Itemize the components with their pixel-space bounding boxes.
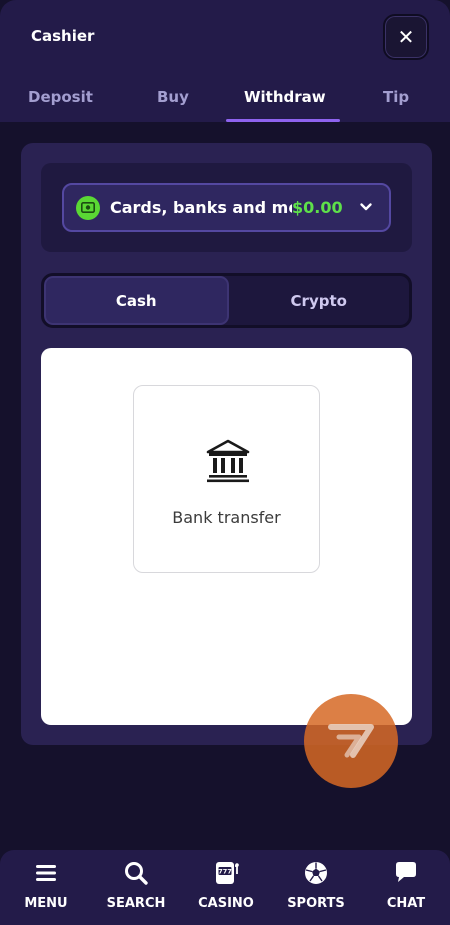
soccer-ball-icon [305, 862, 327, 884]
chevron-down-icon [360, 203, 372, 211]
method-label: Cards, banks and more [110, 198, 292, 217]
segment-cash[interactable]: Cash [44, 276, 229, 325]
nav-sports[interactable]: SPORTS [271, 860, 361, 911]
balance-amount: $0.00 [292, 198, 343, 217]
bank-transfer-label: Bank transfer [172, 508, 281, 527]
withdraw-options-card: Bank transfer [41, 348, 412, 725]
menu-icon [36, 865, 56, 881]
bank-transfer-option[interactable]: Bank transfer [133, 385, 320, 573]
active-tab-indicator [226, 119, 340, 122]
nav-chat[interactable]: CHAT [361, 860, 450, 911]
tab-buy[interactable]: Buy [157, 88, 189, 106]
close-icon: ✕ [397, 25, 415, 49]
search-icon [125, 862, 148, 885]
bank-icon [206, 439, 250, 483]
nav-chat-label: CHAT [386, 896, 426, 911]
nav-casino[interactable]: 777 CASINO [181, 860, 271, 911]
app-frame: Cashier ✕ Deposit Buy Withdraw Tip Cards… [0, 0, 450, 925]
withdraw-panel: Cards, banks and more $0.00 Cash Crypto [21, 143, 432, 745]
payment-method-dropdown[interactable]: Cards, banks and more $0.00 [62, 183, 391, 232]
tab-tip[interactable]: Tip [383, 88, 409, 106]
chat-bubble-icon [396, 862, 416, 882]
nav-menu-label: MENU [24, 896, 68, 911]
cash-crypto-toggle: Cash Crypto [41, 273, 412, 328]
nav-search-label: SEARCH [106, 896, 166, 911]
logo-7-icon [328, 724, 374, 758]
cashier-header: Cashier ✕ Deposit Buy Withdraw Tip [0, 0, 450, 122]
promo-badge[interactable] [304, 694, 398, 788]
cashier-tabs: Deposit Buy Withdraw Tip [0, 78, 450, 122]
tab-deposit[interactable]: Deposit [28, 88, 93, 106]
nav-casino-label: CASINO [198, 896, 254, 911]
cash-icon [76, 195, 100, 220]
nav-search[interactable]: SEARCH [91, 860, 181, 911]
page-title: Cashier [31, 27, 95, 45]
bottom-nav: MENU SEARCH 777 CASINO SPORTS CHAT [0, 850, 450, 925]
tab-withdraw[interactable]: Withdraw [244, 88, 326, 106]
close-button[interactable]: ✕ [383, 14, 429, 60]
nav-sports-label: SPORTS [287, 896, 345, 911]
slot-machine-icon: 777 [216, 862, 239, 884]
segment-crypto[interactable]: Crypto [229, 276, 410, 325]
nav-menu[interactable]: MENU [1, 860, 91, 911]
method-container: Cards, banks and more $0.00 [41, 163, 412, 252]
svg-text:777: 777 [218, 868, 232, 876]
